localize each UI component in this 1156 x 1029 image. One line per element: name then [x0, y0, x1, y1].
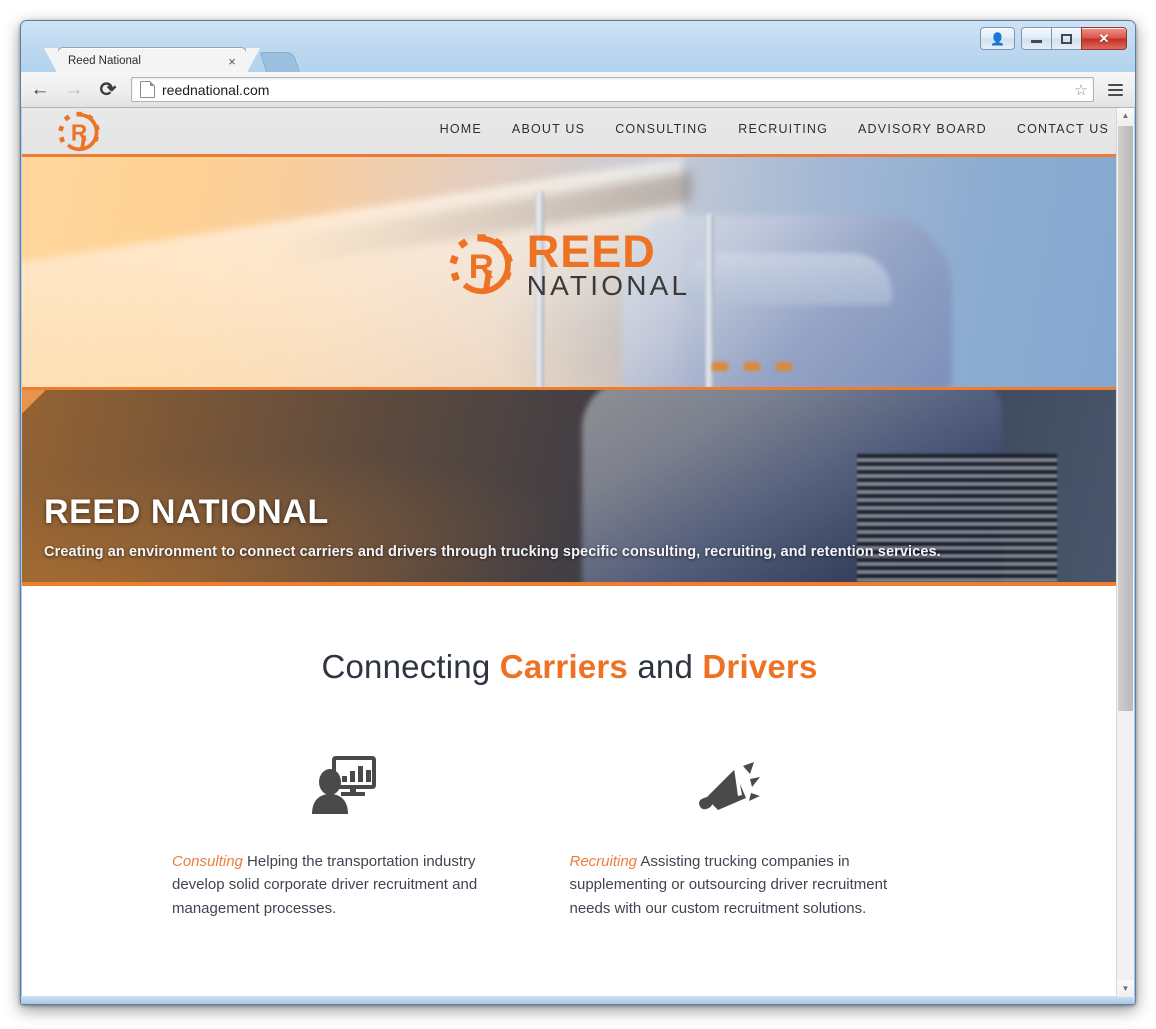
hero-logo-wordmark: REED NATIONAL: [526, 226, 691, 302]
bookmark-star-icon[interactable]: ☆: [1069, 79, 1093, 100]
feature-columns: Consulting Helping the transportation in…: [22, 744, 1117, 935]
feature-recruiting-text: Recruiting Assisting trucking companies …: [570, 850, 908, 920]
section-heading-part2: and: [627, 648, 703, 685]
maximize-button[interactable]: [1051, 27, 1082, 50]
hero-banner: REED NATIONAL Creating an environment to…: [22, 387, 1117, 586]
desktop-background: 👤 ✕ Reed National × ← → ⟳ reednational.c…: [0, 0, 1156, 1029]
minimize-icon: [1031, 40, 1042, 43]
user-account-button[interactable]: 👤: [980, 27, 1015, 50]
forward-button[interactable]: →: [59, 75, 89, 105]
hero-photo: R REED NATIONAL: [22, 157, 1117, 387]
forward-arrow-icon: →: [64, 78, 84, 100]
section-heading-highlight-drivers: Drivers: [702, 648, 818, 685]
reed-national-logo-icon[interactable]: R: [58, 111, 100, 153]
maximize-icon: [1061, 33, 1072, 44]
page-document-icon: [140, 81, 155, 98]
nav-item-contact-us[interactable]: CONTACT US: [1017, 122, 1109, 136]
site-navigation: HOME ABOUT US CONSULTING RECRUITING ADVI…: [440, 107, 1109, 151]
nav-item-consulting[interactable]: CONSULTING: [615, 122, 708, 136]
presentation-chart-person-icon: [172, 744, 510, 814]
banner-text-block: REED NATIONAL Creating an environment to…: [44, 493, 1097, 560]
nav-item-advisory-board[interactable]: ADVISORY BOARD: [858, 122, 987, 136]
scrollbar-up-arrow[interactable]: ▲: [1117, 107, 1134, 124]
reload-button[interactable]: ⟳: [93, 75, 123, 105]
reed-national-logo-icon: R: [449, 233, 513, 297]
feature-consulting: Consulting Helping the transportation in…: [172, 744, 570, 935]
hamburger-icon-line: [1107, 83, 1123, 86]
feature-recruiting: Recruiting Assisting trucking companies …: [570, 744, 968, 935]
hamburger-icon-line: [1107, 88, 1123, 91]
feature-recruiting-term: Recruiting: [569, 853, 638, 870]
nav-item-about-us[interactable]: ABOUT US: [512, 122, 585, 136]
site-header: R HOME ABOUT US CONSULTING RECRUITING AD…: [22, 107, 1117, 157]
section-heading-part1: Connecting: [321, 648, 500, 685]
url-text[interactable]: reednational.com: [162, 82, 1069, 98]
address-bar[interactable]: reednational.com ☆: [131, 77, 1094, 102]
hero-logo: R REED NATIONAL: [449, 226, 691, 302]
new-tab-button[interactable]: [259, 52, 301, 74]
hero-logo-word-national: NATIONAL: [526, 270, 691, 302]
tab-title: Reed National: [68, 55, 141, 67]
scrollbar-thumb[interactable]: [1118, 126, 1133, 711]
hamburger-icon-line: [1107, 93, 1123, 96]
page-viewport: R HOME ABOUT US CONSULTING RECRUITING AD…: [22, 107, 1118, 997]
window-caption-buttons: 👤 ✕: [980, 27, 1127, 50]
page-content: Connecting Carriers and Drivers Consulti…: [22, 648, 1117, 975]
person-icon: 👤: [990, 31, 1005, 46]
scrollbar-down-arrow[interactable]: ▼: [1117, 980, 1134, 997]
hero-logo-word-reed: REED: [526, 226, 656, 277]
browser-tab[interactable]: Reed National ×: [44, 47, 260, 75]
browser-toolbar: ← → ⟳ reednational.com ☆: [21, 72, 1135, 108]
banner-corner-notch: [22, 390, 47, 415]
browser-window: 👤 ✕ Reed National × ← → ⟳ reednational.c…: [20, 20, 1136, 1005]
minimize-button[interactable]: [1021, 27, 1052, 50]
feature-consulting-term: Consulting: [172, 853, 243, 870]
back-arrow-icon: ←: [30, 78, 50, 100]
close-icon: ✕: [1098, 31, 1110, 46]
feature-consulting-text: Consulting Helping the transportation in…: [172, 850, 510, 920]
close-button[interactable]: ✕: [1081, 27, 1127, 50]
banner-subtitle: Creating an environment to connect carri…: [44, 544, 941, 560]
megaphone-icon: [570, 744, 908, 814]
tab-strip: Reed National ×: [21, 21, 1135, 75]
chrome-menu-button[interactable]: [1100, 75, 1130, 105]
nav-item-home[interactable]: HOME: [440, 122, 482, 136]
page-scrollbar[interactable]: ▲ ▼: [1116, 107, 1134, 997]
banner-title: REED NATIONAL: [44, 493, 329, 531]
window-bottom-edge: [21, 996, 1135, 1004]
reload-icon: ⟳: [99, 79, 117, 101]
tab-close-icon[interactable]: ×: [224, 53, 240, 69]
back-button[interactable]: ←: [25, 75, 55, 105]
section-heading-highlight-carriers: Carriers: [499, 648, 628, 685]
nav-item-recruiting[interactable]: RECRUITING: [738, 122, 828, 136]
section-heading: Connecting Carriers and Drivers: [22, 648, 1117, 686]
